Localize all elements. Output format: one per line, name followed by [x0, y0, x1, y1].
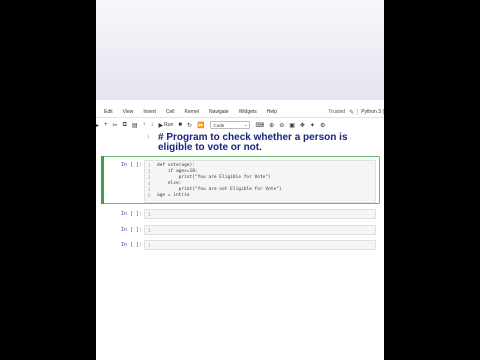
line-number: 2: [148, 169, 151, 174]
line-number: 1: [148, 228, 151, 233]
cell-type-select[interactable]: Code ⌄: [210, 121, 251, 129]
paste-icon[interactable]: ▤: [132, 122, 138, 129]
menu-insert[interactable]: Insert: [143, 109, 156, 115]
line-number: 6: [148, 193, 151, 198]
empty-code-cell[interactable]: In [ ]: 1: [102, 240, 380, 250]
code-line: def vote(age):: [157, 163, 195, 168]
kernel-indicator[interactable]: Python 3 (: [357, 109, 384, 115]
stop-icon[interactable]: ■: [178, 122, 182, 128]
line-number: 1: [147, 134, 150, 139]
chevron-down-icon: ⌄: [243, 122, 248, 127]
markdown-cell[interactable]: 1 # Program to check whether a person is…: [102, 131, 380, 157]
markdown-heading: # Program to check whether a person is e…: [158, 132, 348, 153]
zoom-in-icon[interactable]: ⊕: [269, 122, 274, 129]
menu-navigate[interactable]: Navigate: [209, 109, 229, 115]
zoom-out-icon[interactable]: ⊖: [279, 122, 284, 129]
run-button[interactable]: ▶ Run: [159, 122, 174, 129]
menu-widgets[interactable]: Widgets: [239, 109, 257, 115]
cell-type-value: Code: [213, 122, 225, 128]
pencil-icon[interactable]: ✎: [349, 109, 354, 116]
menu-help[interactable]: Help: [267, 109, 277, 115]
browser-header-area: [96, 0, 384, 100]
trusted-indicator[interactable]: Trusted: [328, 109, 345, 115]
empty-code-cell[interactable]: In [ ]: 1: [102, 209, 380, 219]
move-up-icon[interactable]: ↑: [143, 122, 146, 128]
copy-icon[interactable]: ⧉: [123, 122, 127, 129]
move-down-icon[interactable]: ↓: [151, 122, 154, 128]
line-number: 1: [148, 243, 151, 248]
restart-run-icon[interactable]: ⏩: [197, 122, 204, 129]
cell-prompt: In [ ]:: [120, 162, 142, 168]
add-cell-icon[interactable]: +: [104, 122, 108, 128]
restart-icon[interactable]: ↻: [187, 122, 192, 129]
kernel-status-area: Trusted ✎ Python 3 (: [328, 106, 384, 118]
cell-prompt: In [ ]:: [120, 211, 142, 217]
jupyter-screen: Edit View Insert Cell Kernel Navigate Wi…: [96, 0, 384, 360]
code-line-active: age = int(in: [157, 193, 190, 198]
line-number: 3: [148, 175, 151, 180]
menu-view[interactable]: View: [123, 109, 134, 115]
toolbar: ▸ + ✂ ⧉ ▤ ↑ ↓ ▶ Run ■ ↻ ⏩ Code ⌄ ⌨ ⊕ ⊖ ▣ …: [96, 119, 384, 131]
code-line: print("You are not Eligible for Vote"): [157, 187, 282, 192]
notebook-container: 1 # Program to check whether a person is…: [96, 131, 384, 257]
menu-edit[interactable]: Edit: [104, 109, 113, 115]
line-number: 1: [148, 212, 151, 217]
save-icon[interactable]: ▸: [96, 122, 99, 129]
code-editor[interactable]: 1: [144, 240, 376, 250]
code-line: if age>=18:: [157, 169, 198, 174]
code-editor[interactable]: 1: [144, 209, 376, 219]
tool-icon[interactable]: ✦: [310, 122, 315, 129]
fit-icon[interactable]: ▣: [289, 122, 295, 129]
navigate-icon[interactable]: ✥: [300, 122, 305, 129]
cell-prompt: In [ ]:: [120, 227, 142, 233]
run-icon: ▶: [158, 122, 164, 129]
line-number: 4: [148, 181, 151, 186]
cell-prompt: In [ ]:: [120, 242, 142, 248]
code-line: else:: [157, 181, 182, 186]
line-number: 1: [148, 163, 151, 168]
line-number: 5: [148, 187, 151, 192]
markdown-editor[interactable]: 1 # Program to check whether a person is…: [144, 131, 376, 155]
menu-cell[interactable]: Cell: [166, 109, 175, 115]
code-editor[interactable]: 1: [144, 225, 376, 235]
keyboard-icon[interactable]: ⌨: [255, 122, 264, 129]
code-line: print("You are Eligible for Vote"): [157, 175, 271, 180]
run-label: Run: [164, 122, 174, 128]
settings-icon[interactable]: ⚙: [320, 122, 325, 129]
code-cell-selected[interactable]: In [ ]: 1 2 3 4 5 6 def vote(age): if ag…: [101, 156, 380, 205]
cut-icon[interactable]: ✂: [113, 122, 118, 129]
menu-kernel[interactable]: Kernel: [185, 109, 199, 115]
empty-code-cell[interactable]: In [ ]: 1: [102, 225, 380, 235]
code-editor[interactable]: 1 2 3 4 5 6 def vote(age): if age>=18: p…: [144, 160, 376, 203]
